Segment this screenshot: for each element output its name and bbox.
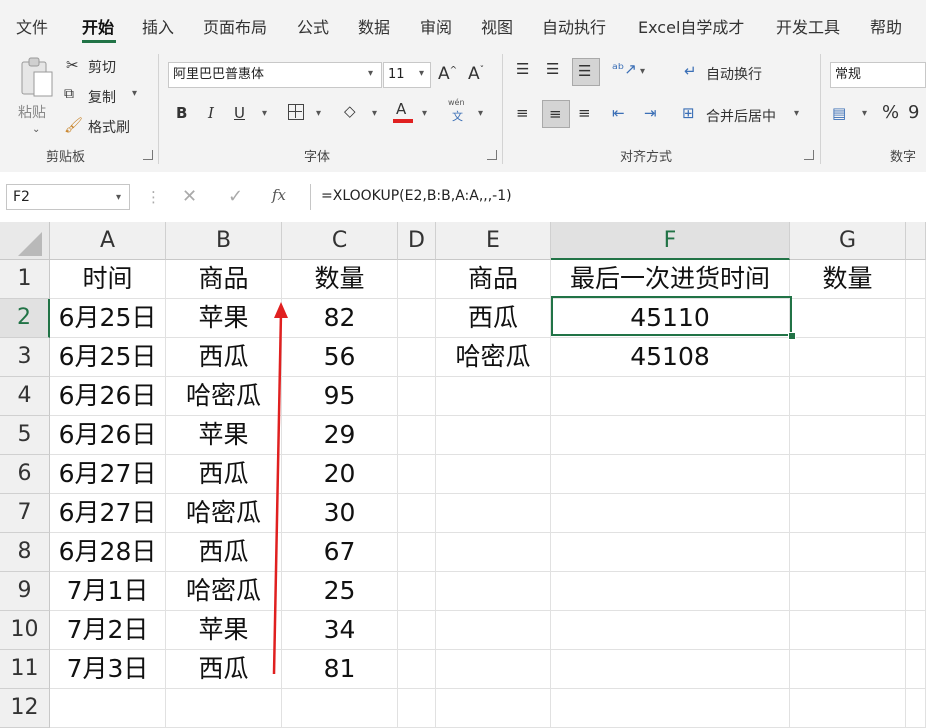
divider: [158, 54, 159, 164]
font-color-dropdown-icon[interactable]: ▾: [422, 108, 427, 119]
align-center-icon: ≡: [549, 105, 562, 123]
formula-input[interactable]: =XLOOKUP(E2,B:B,A:A,,,-1): [310, 184, 926, 210]
bold-button[interactable]: B: [176, 104, 187, 122]
font-size-dropdown-icon[interactable]: ▾: [419, 68, 424, 79]
phonetic-top-label: wén: [448, 98, 465, 107]
clipboard-launcher-icon[interactable]: [143, 150, 153, 160]
comma-style-icon[interactable]: 9: [908, 102, 919, 123]
copy-icon[interactable]: ⧉: [64, 86, 74, 102]
orientation-dropdown-icon[interactable]: ▾: [640, 66, 645, 77]
format-painter-icon[interactable]: 🖌: [64, 116, 83, 134]
merge-center-dropdown-icon[interactable]: ▾: [794, 108, 799, 119]
decrease-font-icon[interactable]: Aˇ: [468, 64, 484, 84]
font-family-dropdown-icon[interactable]: ▾: [368, 68, 373, 79]
phonetic-char-label: 文: [452, 110, 463, 123]
font-color-icon[interactable]: A: [393, 100, 413, 124]
decrease-indent-icon[interactable]: ⇤: [612, 104, 625, 122]
tab-developer[interactable]: 开发工具: [776, 14, 840, 38]
font-family-value: 阿里巴巴普惠体: [173, 67, 265, 82]
font-family-select[interactable]: 阿里巴巴普惠体: [168, 62, 382, 88]
orientation-icon[interactable]: ᵃᵇ↗: [612, 60, 637, 78]
number-format-value: 常规: [835, 67, 862, 82]
copy-button[interactable]: 复制: [88, 87, 116, 107]
wrap-text-icon[interactable]: ↵: [684, 62, 697, 80]
merge-center-button[interactable]: 合并后居中: [706, 106, 776, 126]
number-format-select[interactable]: 常规: [830, 62, 926, 88]
phonetic-dropdown-icon[interactable]: ▾: [478, 108, 483, 119]
tab-review[interactable]: 审阅: [420, 14, 452, 38]
ribbon-tabs: 文件 开始 插入 页面布局 公式 数据 审阅 视图 自动执行 Excel自学成才…: [0, 0, 926, 46]
fill-color-icon[interactable]: ◇: [344, 102, 356, 120]
active-tab-indicator: [82, 40, 116, 43]
tab-insert[interactable]: 插入: [142, 14, 174, 38]
underline-button[interactable]: U: [234, 104, 245, 122]
increase-font-icon[interactable]: A^: [438, 64, 457, 84]
enter-icon[interactable]: ✓: [228, 186, 243, 207]
paste-label: 粘贴: [18, 105, 46, 121]
font-size-value: 11: [388, 67, 405, 82]
tab-data[interactable]: 数据: [358, 14, 390, 38]
divider: [502, 54, 503, 164]
merge-center-icon[interactable]: ⊞: [682, 104, 695, 122]
format-painter-button[interactable]: 格式刷: [88, 117, 130, 137]
alignment-launcher-icon[interactable]: [804, 150, 814, 160]
increase-indent-icon[interactable]: ⇥: [644, 104, 657, 122]
wrap-text-button[interactable]: 自动换行: [706, 64, 762, 84]
scissors-icon[interactable]: ✂: [66, 56, 79, 74]
align-left-icon[interactable]: ≡: [516, 104, 529, 122]
tab-formulas[interactable]: 公式: [297, 14, 329, 38]
tab-view[interactable]: 视图: [481, 14, 513, 38]
phonetic-guide-icon[interactable]: wén 文: [448, 98, 472, 124]
align-right-icon[interactable]: ≡: [578, 104, 591, 122]
align-middle-icon[interactable]: ☰: [546, 60, 559, 78]
accounting-format-icon[interactable]: ▤: [832, 104, 846, 122]
font-group-label: 字体: [304, 150, 331, 165]
ribbon: 粘贴 ⌄ ✂ 剪切 ⧉ 复制 ▾ 🖌 格式刷 剪贴板 阿里巴巴普惠体 ▾ 11 …: [0, 46, 926, 173]
align-top-icon[interactable]: ☰: [516, 60, 529, 78]
chevron-down-icon[interactable]: ⌄: [32, 124, 40, 135]
percent-icon[interactable]: %: [882, 102, 899, 123]
underline-dropdown-icon[interactable]: ▾: [262, 108, 267, 119]
align-center-button[interactable]: ≡: [542, 100, 570, 128]
name-box[interactable]: F2: [6, 184, 130, 210]
tab-help[interactable]: 帮助: [870, 14, 902, 38]
annotation-arrow: [272, 302, 288, 675]
name-box-value: F2: [13, 189, 30, 205]
number-group-label: 数字: [890, 150, 917, 165]
borders-icon[interactable]: [288, 104, 304, 120]
align-bottom-button[interactable]: ☰: [572, 58, 600, 86]
fill-color-dropdown-icon[interactable]: ▾: [372, 108, 377, 119]
tab-automate[interactable]: 自动执行: [542, 14, 606, 38]
borders-dropdown-icon[interactable]: ▾: [316, 108, 321, 119]
paste-button[interactable]: 粘贴 ⌄: [14, 54, 58, 135]
italic-button[interactable]: I: [208, 104, 214, 122]
cancel-icon[interactable]: ✕: [182, 186, 197, 207]
alignment-group-label: 对齐方式: [620, 150, 673, 165]
accounting-dropdown-icon[interactable]: ▾: [862, 108, 867, 119]
divider: [820, 54, 821, 164]
clipboard-group-label: 剪贴板: [46, 150, 86, 165]
cut-button[interactable]: 剪切: [88, 57, 116, 77]
tab-excel-self-study[interactable]: Excel自学成才: [638, 14, 744, 38]
formula-text: =XLOOKUP(E2,B:B,A:A,,,-1): [321, 188, 512, 204]
font-launcher-icon[interactable]: [487, 150, 497, 160]
insert-function-icon[interactable]: fx: [272, 186, 286, 204]
paste-icon: [21, 57, 53, 97]
more-options-icon[interactable]: ⋮: [146, 188, 161, 206]
formula-bar: F2 ▾ ⋮ ✕ ✓ fx =XLOOKUP(E2,B:B,A:A,,,-1): [0, 172, 926, 223]
tab-file[interactable]: 文件: [16, 14, 48, 38]
align-bottom-icon: ☰: [578, 62, 592, 80]
tab-home[interactable]: 开始: [82, 14, 114, 38]
tab-page-layout[interactable]: 页面布局: [203, 14, 267, 38]
spreadsheet-grid: A B C D E F G 1 时间 商品 数量 商品 最后一次进货时间 数量 2 6月25日 苹果 82 西瓜 45…: [0, 222, 926, 728]
name-box-dropdown-icon[interactable]: ▾: [116, 192, 121, 203]
copy-dropdown-icon[interactable]: ▾: [132, 88, 137, 99]
